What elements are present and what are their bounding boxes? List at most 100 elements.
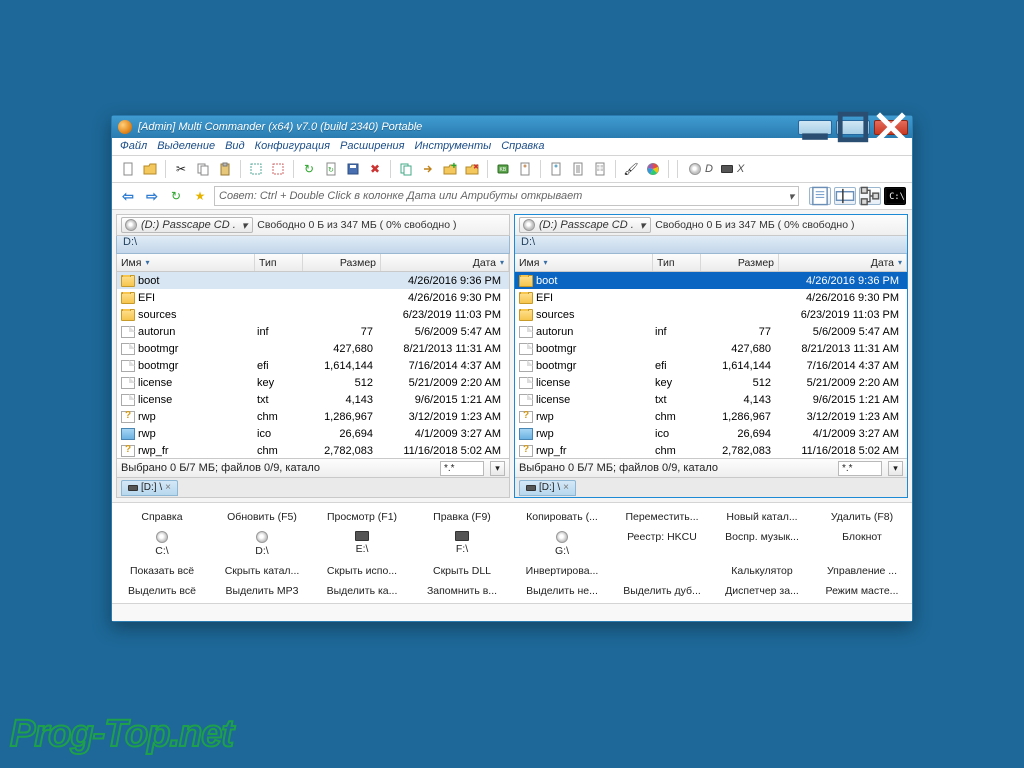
cmd-cell[interactable]: Скрыть катал... — [212, 561, 312, 581]
file-row[interactable]: rwp_frchm2,782,08311/16/2018 5:02 AM — [515, 442, 907, 458]
doc-grid-icon[interactable] — [590, 159, 610, 179]
minimize-button[interactable] — [798, 120, 832, 135]
cmd-cell[interactable]: Скрыть испо... — [312, 561, 412, 581]
folder-new-icon[interactable]: ✚ — [440, 159, 460, 179]
cmd-cell[interactable]: Запомнить в... — [412, 581, 512, 601]
delete-folder-icon[interactable]: ✖ — [462, 159, 482, 179]
file-row[interactable]: rwpchm1,286,9673/12/2019 1:23 AM — [117, 408, 509, 425]
forward-icon[interactable]: ⇨ — [142, 186, 162, 206]
drive-shortcut[interactable]: E:\ — [312, 527, 412, 561]
menu-инструменты[interactable]: Инструменты — [415, 140, 492, 152]
rename-icon[interactable] — [834, 187, 856, 205]
title-bar[interactable]: [Admin] Multi Commander (x64) v7.0 (buil… — [112, 116, 912, 138]
file-row[interactable]: rwpchm1,286,9673/12/2019 1:23 AM — [515, 408, 907, 425]
file-row[interactable]: rwpico26,6944/1/2009 3:27 AM — [515, 425, 907, 442]
cmd-cell[interactable]: Просмотр (F1) — [312, 507, 412, 527]
file-list[interactable]: boot4/26/2016 9:36 PMEFI4/26/2016 9:30 P… — [514, 272, 908, 458]
file-row[interactable]: bootmgr427,6808/21/2013 11:31 AM — [515, 340, 907, 357]
cmd-cell[interactable]: Блокнот — [812, 527, 912, 561]
file-row[interactable]: sources6/23/2019 11:03 PM — [515, 306, 907, 323]
maximize-button[interactable] — [836, 120, 870, 135]
drive-shortcut[interactable]: F:\ — [412, 527, 512, 561]
select-rect-icon[interactable] — [246, 159, 266, 179]
drive-shortcut[interactable]: D:\ — [212, 527, 312, 561]
cmd-cell[interactable]: Управление ... — [812, 561, 912, 581]
page-a-icon[interactable] — [515, 159, 535, 179]
refresh-green-icon[interactable]: ↻ — [299, 159, 319, 179]
file-row[interactable]: autoruninf775/6/2009 5:47 AM — [117, 323, 509, 340]
close-button[interactable] — [874, 120, 908, 135]
filter-dropdown-button[interactable]: ▾ — [490, 461, 505, 476]
menu-расширения[interactable]: Расширения — [340, 140, 405, 152]
refresh-doc-icon[interactable]: ↻ — [321, 159, 341, 179]
file-list[interactable]: boot4/26/2016 9:36 PMEFI4/26/2016 9:30 P… — [116, 272, 510, 458]
save-icon[interactable] — [343, 159, 363, 179]
file-icon[interactable] — [118, 159, 138, 179]
console-icon[interactable]: C:\ — [884, 187, 906, 205]
reload-icon[interactable]: ↻ — [166, 186, 186, 206]
filter-input[interactable]: *.* — [440, 461, 484, 476]
drive-selector[interactable]: (D:) Passcape CD .▾ — [121, 217, 253, 233]
drive-shortcut[interactable]: G:\ — [512, 527, 612, 561]
menu-конфигурация[interactable]: Конфигурация — [255, 140, 330, 152]
tree-icon[interactable] — [859, 187, 881, 205]
open-icon[interactable] — [140, 159, 160, 179]
file-row[interactable]: licensekey5125/21/2009 2:20 AM — [515, 374, 907, 391]
file-row[interactable]: EFI4/26/2016 9:30 PM — [117, 289, 509, 306]
file-row[interactable]: bootmgrefi1,614,1447/16/2014 4:37 AM — [515, 357, 907, 374]
cmd-cell[interactable]: Калькулятор — [712, 561, 812, 581]
back-icon[interactable]: ⇦ — [118, 186, 138, 206]
file-row[interactable]: rwp_frchm2,782,08311/16/2018 5:02 AM — [117, 442, 509, 458]
cmd-cell[interactable]: Выделить ка... — [312, 581, 412, 601]
file-row[interactable]: bootmgr427,6808/21/2013 11:31 AM — [117, 340, 509, 357]
cmd-cell[interactable]: Скрыть DLL — [412, 561, 512, 581]
cmd-cell[interactable]: Переместить... — [612, 507, 712, 527]
drive-shortcut[interactable]: C:\ — [112, 527, 212, 561]
cmd-cell[interactable]: Копировать (... — [512, 507, 612, 527]
cmd-cell[interactable]: Реестр: HKCU — [612, 527, 712, 561]
col-size[interactable]: Размер — [701, 254, 779, 271]
col-date[interactable]: Дата — [779, 254, 907, 271]
file-row[interactable]: licensetxt4,1439/6/2015 1:21 AM — [117, 391, 509, 408]
col-size[interactable]: Размер — [303, 254, 381, 271]
drive-selector[interactable]: (D:) Passcape CD .▾ — [519, 217, 651, 233]
copy-path-icon[interactable] — [396, 159, 416, 179]
tips-combobox[interactable]: Совет: Ctrl + Double Click в колонке Дат… — [214, 186, 799, 206]
notepad-icon[interactable] — [809, 187, 831, 205]
close-tab-icon[interactable]: × — [165, 482, 171, 493]
pane-tab[interactable]: [D:] \× — [519, 480, 576, 496]
cmd-cell[interactable]: Показать всё — [112, 561, 212, 581]
file-row[interactable]: EFI4/26/2016 9:30 PM — [515, 289, 907, 306]
cmd-cell[interactable]: Выделить дуб... — [612, 581, 712, 601]
doc-list-icon[interactable] — [568, 159, 588, 179]
cmd-cell[interactable]: Справка — [112, 507, 212, 527]
drive-d-shortcut[interactable]: D — [689, 163, 713, 175]
filter-dropdown-button[interactable]: ▾ — [888, 461, 903, 476]
file-row[interactable]: boot4/26/2016 9:36 PM — [117, 272, 509, 289]
file-row[interactable]: licensekey5125/21/2009 2:20 AM — [117, 374, 509, 391]
file-row[interactable]: licensetxt4,1439/6/2015 1:21 AM — [515, 391, 907, 408]
col-name[interactable]: Имя — [117, 254, 255, 271]
kb-chip-icon[interactable]: KB — [493, 159, 513, 179]
paste-icon[interactable] — [215, 159, 235, 179]
menu-вид[interactable]: Вид — [225, 140, 245, 152]
file-row[interactable]: bootmgrefi1,614,1447/16/2014 4:37 AM — [117, 357, 509, 374]
filter-input[interactable]: *.* — [838, 461, 882, 476]
menu-выделение[interactable]: Выделение — [157, 140, 215, 152]
cmd-cell[interactable]: Режим масте... — [812, 581, 912, 601]
file-row[interactable]: boot4/26/2016 9:36 PM — [515, 272, 907, 289]
page-b-icon[interactable] — [546, 159, 566, 179]
cmd-cell[interactable]: Выделить MP3 — [212, 581, 312, 601]
favorite-icon[interactable]: ★ — [190, 186, 210, 206]
drive-x-shortcut[interactable]: X — [721, 163, 744, 175]
cmd-cell[interactable]: Правка (F9) — [412, 507, 512, 527]
move-icon[interactable] — [418, 159, 438, 179]
col-type[interactable]: Тип — [255, 254, 303, 271]
deselect-rect-icon[interactable] — [268, 159, 288, 179]
file-row[interactable]: rwpico26,6944/1/2009 3:27 AM — [117, 425, 509, 442]
cmd-cell[interactable]: Удалить (F8) — [812, 507, 912, 527]
cmd-cell[interactable]: Выделить не... — [512, 581, 612, 601]
col-date[interactable]: Дата — [381, 254, 509, 271]
menu-файл[interactable]: Файл — [120, 140, 147, 152]
cmd-cell[interactable]: Диспетчер за... — [712, 581, 812, 601]
